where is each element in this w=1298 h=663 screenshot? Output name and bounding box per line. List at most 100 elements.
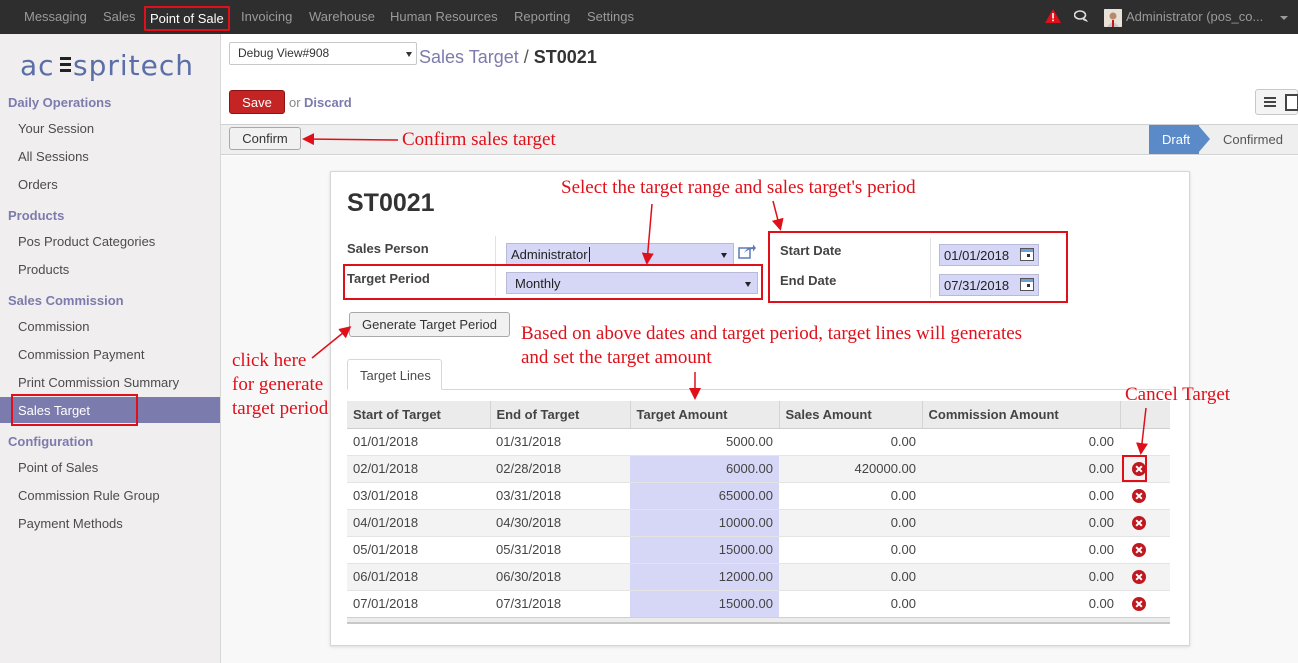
table-row[interactable]: 07/01/2018 07/31/2018 15000.00 0.00 0.00 [347,590,1170,618]
cell-end: 05/31/2018 [490,536,630,564]
cell-target-amount[interactable]: 15000.00 [630,536,779,564]
debug-view-select[interactable]: Debug View#908 [229,42,417,65]
cell-target-amount[interactable]: 10000.00 [630,509,779,537]
table-row[interactable]: 02/01/2018 02/28/2018 6000.00 420000.00 … [347,455,1170,483]
cell-sales-amount: 420000.00 [779,455,922,483]
sidebar-item-print-commission-summary[interactable]: Print Commission Summary [18,375,179,390]
menu-warehouse[interactable]: Warehouse [309,9,375,24]
stage-draft[interactable]: Draft [1149,125,1199,154]
column-header-commission-amount[interactable]: Commission Amount [922,401,1121,429]
cell-start: 01/01/2018 [347,428,490,456]
cell-commission-amount: 0.00 [922,563,1120,591]
record-title: ST0021 [347,189,435,217]
menu-point-of-sale[interactable]: Point of Sale [144,6,230,31]
menu-invoicing[interactable]: Invoicing [241,9,292,24]
breadcrumb: Sales Target / ST0021 [419,47,597,68]
delete-icon[interactable] [1132,543,1146,558]
cell-actions [1120,590,1170,618]
discard-link[interactable]: Discard [304,95,352,110]
section-configuration: Configuration [8,434,94,449]
sidebar-item-pos-product-categories[interactable]: Pos Product Categories [18,234,155,249]
cell-target-amount[interactable]: 12000.00 [630,563,779,591]
cell-end: 04/30/2018 [490,509,630,537]
cell-commission-amount: 0.00 [922,509,1120,537]
sidebar-item-orders[interactable]: Orders [18,177,58,192]
menu-sales[interactable]: Sales [103,9,136,24]
annotation-select-range: Select the target range and sales target… [561,177,916,198]
cell-actions [1120,482,1170,510]
menu-settings[interactable]: Settings [587,9,634,24]
cell-start: 06/01/2018 [347,563,490,591]
external-link-icon[interactable] [738,244,756,259]
cell-sales-amount: 0.00 [779,428,922,456]
annotation-cancel-target: Cancel Target [1125,384,1231,405]
sidebar-item-products[interactable]: Products [18,262,69,277]
sidebar-item-commission[interactable]: Commission [18,319,90,334]
annotation-click-here-2: for generate [232,374,324,395]
sidebar-item-commission-rule-group[interactable]: Commission Rule Group [18,488,160,503]
menu-reporting[interactable]: Reporting [514,9,570,24]
breadcrumb-separator: / [523,47,529,67]
sidebar-item-all-sessions[interactable]: All Sessions [18,149,89,164]
delete-icon[interactable] [1132,489,1146,504]
annotation-click-here-1: click here [232,350,307,371]
menu-human-resources[interactable]: Human Resources [390,9,498,24]
column-header-sales-amount[interactable]: Sales Amount [779,401,923,429]
cell-start: 03/01/2018 [347,482,490,510]
cell-end: 06/30/2018 [490,563,630,591]
sidebar-item-payment-methods[interactable]: Payment Methods [18,516,123,531]
breadcrumb-parent-link[interactable]: Sales Target [419,47,519,67]
top-menu-bar: Messaging Sales Point of Sale Invoicing … [0,0,1298,34]
cell-end: 03/31/2018 [490,482,630,510]
annotation-box-dates [768,231,1068,303]
cell-commission-amount: 0.00 [922,428,1120,456]
list-view-icon[interactable] [1264,97,1276,107]
section-daily-operations: Daily Operations [8,95,112,110]
cell-target-amount[interactable]: 5000.00 [630,428,779,456]
generate-target-period-button[interactable]: Generate Target Period [349,312,510,337]
sidebar-item-commission-payment[interactable]: Commission Payment [18,347,144,362]
cell-target-amount[interactable]: 65000.00 [630,482,779,510]
sidebar-item-your-session[interactable]: Your Session [18,121,94,136]
chat-icon[interactable] [1074,10,1089,23]
breadcrumb-current: ST0021 [533,47,597,67]
delete-icon[interactable] [1132,597,1146,612]
confirm-button[interactable]: Confirm [229,127,301,150]
cell-target-amount[interactable]: 6000.00 [630,455,779,483]
cell-target-amount[interactable]: 15000.00 [630,590,779,618]
view-switcher [1255,89,1298,115]
annotation-box-target-period [343,264,763,300]
column-header-start[interactable]: Start of Target [347,401,491,429]
delete-icon[interactable] [1132,516,1146,531]
chevron-down-icon[interactable] [1280,16,1288,20]
column-header-end[interactable]: End of Target [490,401,631,429]
cell-commission-amount: 0.00 [922,455,1120,483]
user-avatar-icon [1104,9,1122,27]
menu-messaging[interactable]: Messaging [24,9,87,24]
table-row[interactable]: 01/01/2018 01/31/2018 5000.00 0.00 0.00 [347,428,1170,456]
table-row[interactable]: 04/01/2018 04/30/2018 10000.00 0.00 0.00 [347,509,1170,537]
table-row[interactable]: 06/01/2018 06/30/2018 12000.00 0.00 0.00 [347,563,1170,591]
cell-actions [1120,536,1170,564]
alert-icon[interactable] [1045,9,1061,23]
or-text: or [289,95,301,110]
user-menu-name[interactable]: Administrator (pos_co... [1126,9,1263,24]
form-view-icon[interactable] [1285,94,1298,111]
table-footer [347,617,1170,624]
table-row[interactable]: 03/01/2018 03/31/2018 65000.00 0.00 0.00 [347,482,1170,510]
stage-confirmed[interactable]: Confirmed [1223,132,1283,147]
annotation-box-sales-target [11,394,138,426]
svg-text:spritech: spritech [73,49,194,82]
save-button[interactable]: Save [229,90,285,114]
delete-icon[interactable] [1132,570,1146,585]
sales-person-field[interactable]: Administrator [506,243,734,265]
cell-start: 07/01/2018 [347,590,490,618]
tab-target-lines[interactable]: Target Lines [347,359,442,390]
cell-sales-amount: 0.00 [779,590,922,618]
column-header-target-amount[interactable]: Target Amount [630,401,780,429]
avatar[interactable] [1104,9,1122,27]
cell-actions [1120,428,1170,456]
cell-start: 04/01/2018 [347,509,490,537]
table-row[interactable]: 05/01/2018 05/31/2018 15000.00 0.00 0.00 [347,536,1170,564]
sidebar-item-point-of-sales[interactable]: Point of Sales [18,460,98,475]
